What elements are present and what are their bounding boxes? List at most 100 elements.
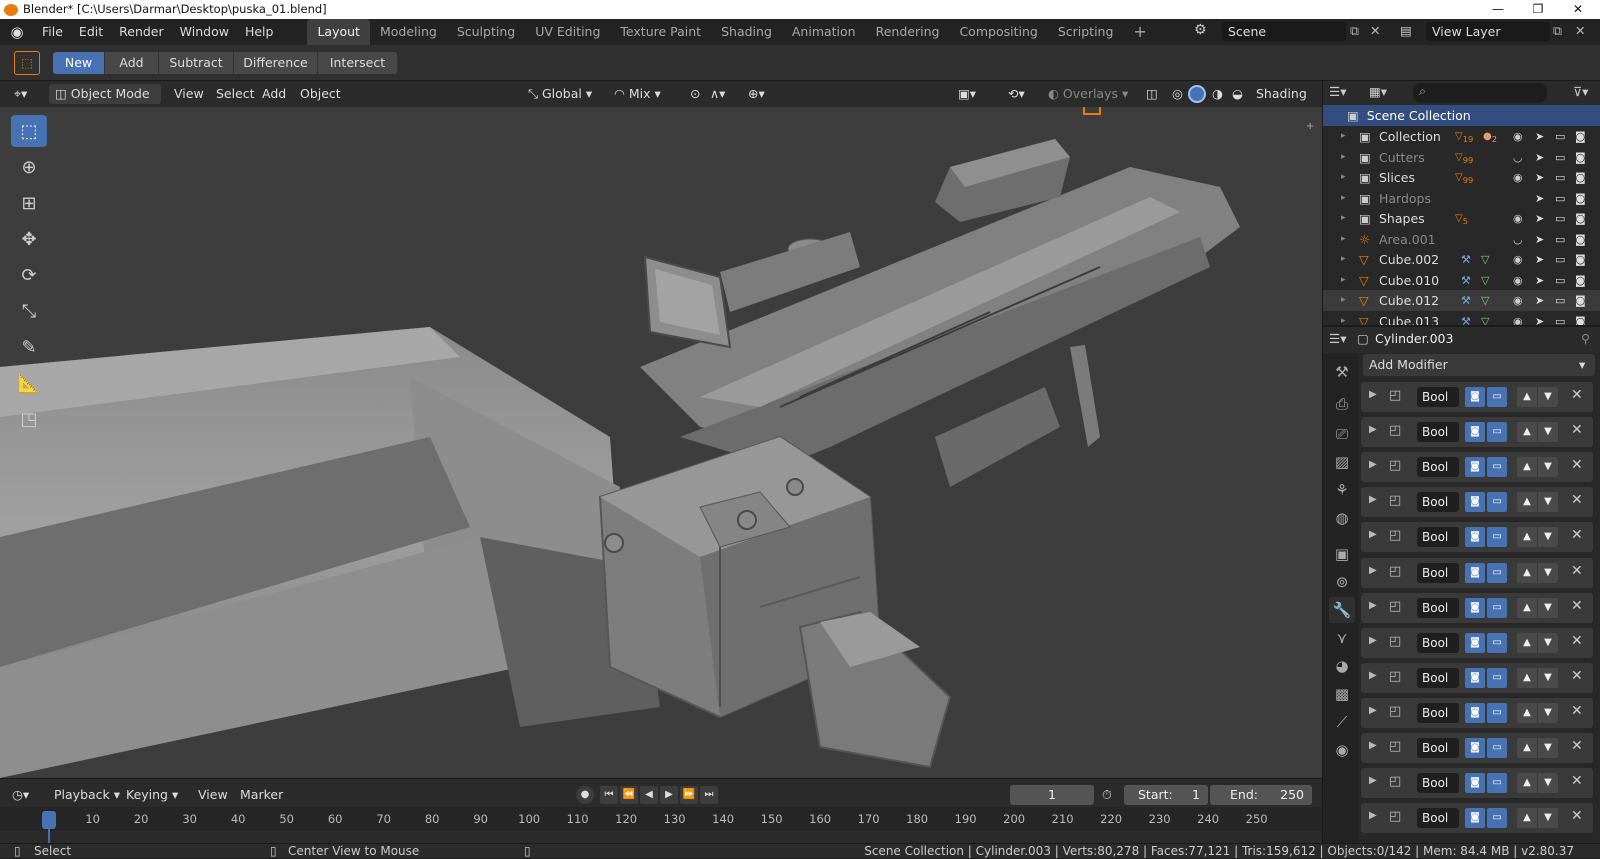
menu-render[interactable]: Render [111,19,172,45]
shading-dropdown[interactable]: Shading ▾ [1250,84,1322,121]
select-arrow-icon[interactable]: ➤ [1535,249,1544,270]
monitor-icon[interactable]: ▭ [1555,229,1565,250]
modifier-name-field[interactable]: Bool [1417,808,1459,829]
bool-modifier-panel[interactable]: ▶ ◰ Bool ◙ ▭ ▲ ▼ ✕ [1361,557,1593,588]
modifier-name-field[interactable]: Bool [1417,597,1459,618]
jump-end-icon[interactable]: ⏭ [700,786,718,804]
bool-modifier-panel[interactable]: ▶ ◰ Bool ◙ ▭ ▲ ▼ ✕ [1361,627,1593,658]
camera-icon[interactable]: ◙ [1575,167,1586,188]
bool-modifier-panel[interactable]: ▶ ◰ Bool ◙ ▭ ▲ ▼ ✕ [1361,697,1593,728]
move-down-icon[interactable]: ▼ [1538,597,1558,618]
outliner-row-cube-002[interactable]: ▸ ▽ Cube.002 ⚒ ▽ ◉ ➤ ▭ ◙ [1323,249,1600,270]
bool-modifier-panel[interactable]: ▶ ◰ Bool ◙ ▭ ▲ ▼ ✕ [1361,733,1593,763]
expand-arrow-icon[interactable]: ▶ [1369,565,1377,576]
camera-icon[interactable]: ◙ [1575,249,1586,270]
remove-view-layer-icon[interactable]: ✕ [1575,23,1585,38]
tab-modeling[interactable]: Modeling [370,19,447,45]
camera-icon[interactable]: ◙ [1575,188,1586,209]
modifier-name-field[interactable]: Bool [1417,492,1459,513]
rendered-shading-icon[interactable]: ◒ [1226,84,1249,104]
editor-type-icon[interactable]: ⌖▾ [8,84,33,104]
tab-compositing[interactable]: Compositing [949,19,1047,45]
camera-icon[interactable]: ◙ [1575,208,1586,229]
eye-icon[interactable]: ◉ [1513,208,1523,229]
eye-icon[interactable]: ◉ [1513,167,1523,188]
pin-icon[interactable]: ⚲ [1581,331,1590,346]
menu-edit[interactable]: Edit [71,19,111,45]
tab-layout[interactable]: Layout [307,19,370,45]
expand-arrow-icon[interactable]: ▸ [1341,229,1346,250]
xray-icon[interactable]: ◫ [1140,84,1164,104]
tab-sculpting[interactable]: Sculpting [447,19,525,45]
select-arrow-icon[interactable]: ➤ [1535,270,1544,291]
bool-modifier-panel[interactable]: ▶ ◰ Bool ◙ ▭ ▲ ▼ ✕ [1361,592,1593,623]
move-down-icon[interactable]: ▼ [1538,808,1558,829]
render-toggle-icon[interactable]: ◙ [1465,597,1485,618]
select-arrow-icon[interactable]: ➤ [1535,167,1544,188]
outliner-row-slices[interactable]: ▸ ▣ Slices ▽99 ◉ ➤ ▭ ◙ [1323,167,1600,188]
outliner-row-shapes[interactable]: ▸ ▣ Shapes ▽5 ◉ ➤ ▭ ◙ [1323,208,1600,229]
expand-arrow-icon[interactable]: ▸ [1341,290,1346,311]
remove-scene-icon[interactable]: ✕ [1370,23,1380,38]
eye-icon[interactable]: ◡ [1513,229,1523,250]
mesh-data-icon[interactable]: ▽ [1481,270,1489,291]
modifier-name-field[interactable]: Bool [1417,667,1459,688]
eye-icon[interactable]: ◉ [1513,249,1523,270]
scale-tool-icon[interactable]: ⤡ [11,295,47,327]
outliner-row-area-001[interactable]: ▸ ☼ Area.001 ◡ ➤ ▭ ◙ [1323,229,1600,250]
camera-icon[interactable]: ◙ [1575,126,1586,147]
world-tab-icon[interactable]: ◍ [1329,505,1355,531]
outliner-row-cube-012[interactable]: ▸ ▽ Cube.012 ⚒ ▽ ◉ ➤ ▭ ◙ [1323,290,1600,311]
remove-modifier-icon[interactable]: ✕ [1571,387,1583,403]
expand-arrow-icon[interactable]: ▶ [1369,424,1377,435]
expand-arrow-icon[interactable]: ▸ [1341,147,1346,168]
view-layer-field[interactable]: View Layer [1426,22,1550,41]
modifier-name-field[interactable]: Bool [1417,562,1459,583]
select-arrow-icon[interactable]: ➤ [1535,290,1544,311]
object-menu[interactable]: Object [294,84,347,104]
scene-icon[interactable]: ⚙ [1194,22,1207,38]
viewport-toggle-icon[interactable]: ▭ [1487,492,1507,513]
visibility-icon[interactable]: ▣▾ [952,84,982,104]
select-arrow-icon[interactable]: ➤ [1535,126,1544,147]
measure-tool-icon[interactable]: 📐 [11,367,47,399]
rotate-tool-icon[interactable]: ⟳ [11,259,47,291]
expand-arrow-icon[interactable]: ▶ [1369,529,1377,540]
outliner-row-collection[interactable]: ▸ ▣ Collection ▽19 ●2 ◉ ➤ ▭ ◙ [1323,126,1600,147]
remove-modifier-icon[interactable]: ✕ [1571,738,1583,754]
maximize-button[interactable]: ❐ [1518,0,1558,19]
move-up-icon[interactable]: ▲ [1517,773,1537,794]
viewport-toggle-icon[interactable]: ▭ [1487,632,1507,653]
bool-modifier-panel[interactable]: ▶ ◰ Bool ◙ ▭ ▲ ▼ ✕ [1361,382,1593,412]
material-tab-icon[interactable]: ▩ [1329,681,1355,707]
move-up-icon[interactable]: ▲ [1517,457,1537,478]
modifier-name-field[interactable]: Bool [1417,632,1459,653]
move-down-icon[interactable]: ▼ [1538,773,1558,794]
close-button[interactable]: ✕ [1558,0,1598,19]
move-up-icon[interactable]: ▲ [1517,702,1537,723]
keying-menu[interactable]: Keying ▾ [126,785,178,805]
bool-modifier-panel[interactable]: ▶ ◰ Bool ◙ ▭ ▲ ▼ ✕ [1361,803,1593,834]
viewport-toggle-icon[interactable]: ▭ [1487,422,1507,443]
monitor-icon[interactable]: ▭ [1555,126,1565,147]
select-box-tool-icon[interactable]: ⬚ [11,115,47,147]
render-toggle-icon[interactable]: ◙ [1465,387,1485,407]
viewport-toggle-icon[interactable]: ▭ [1487,457,1507,478]
viewport-toggle-icon[interactable]: ▭ [1487,702,1507,723]
outliner-row-cube-010[interactable]: ▸ ▽ Cube.010 ⚒ ▽ ◉ ➤ ▭ ◙ [1323,270,1600,291]
end-frame-field[interactable]: End: 250 [1210,785,1312,805]
expand-arrow-icon[interactable]: ▶ [1369,740,1377,751]
tab-rendering[interactable]: Rendering [866,19,950,45]
timeline-view-menu[interactable]: View [198,785,228,805]
transform-orientation-dropdown[interactable]: ⤡ Global ▾ [522,84,602,104]
cursor-tool-icon[interactable]: ⊕ [11,151,47,183]
scene-tab-icon[interactable]: ⚘ [1329,477,1355,503]
add-menu[interactable]: Add [256,84,292,104]
mesh-data-icon[interactable]: ▽ [1481,249,1489,270]
sidebar-toggle-icon[interactable]: + [1306,121,1314,132]
mesh-data-icon[interactable]: ▽ [1481,290,1489,311]
constraints-tab-icon[interactable]: ⊚ [1329,569,1355,595]
outliner-row-hardops[interactable]: ▸ ▣ Hardops ➤ ▭ ◙ [1323,188,1600,209]
blender-menu-icon[interactable]: ◉ [0,23,34,41]
move-up-icon[interactable]: ▲ [1517,667,1537,688]
